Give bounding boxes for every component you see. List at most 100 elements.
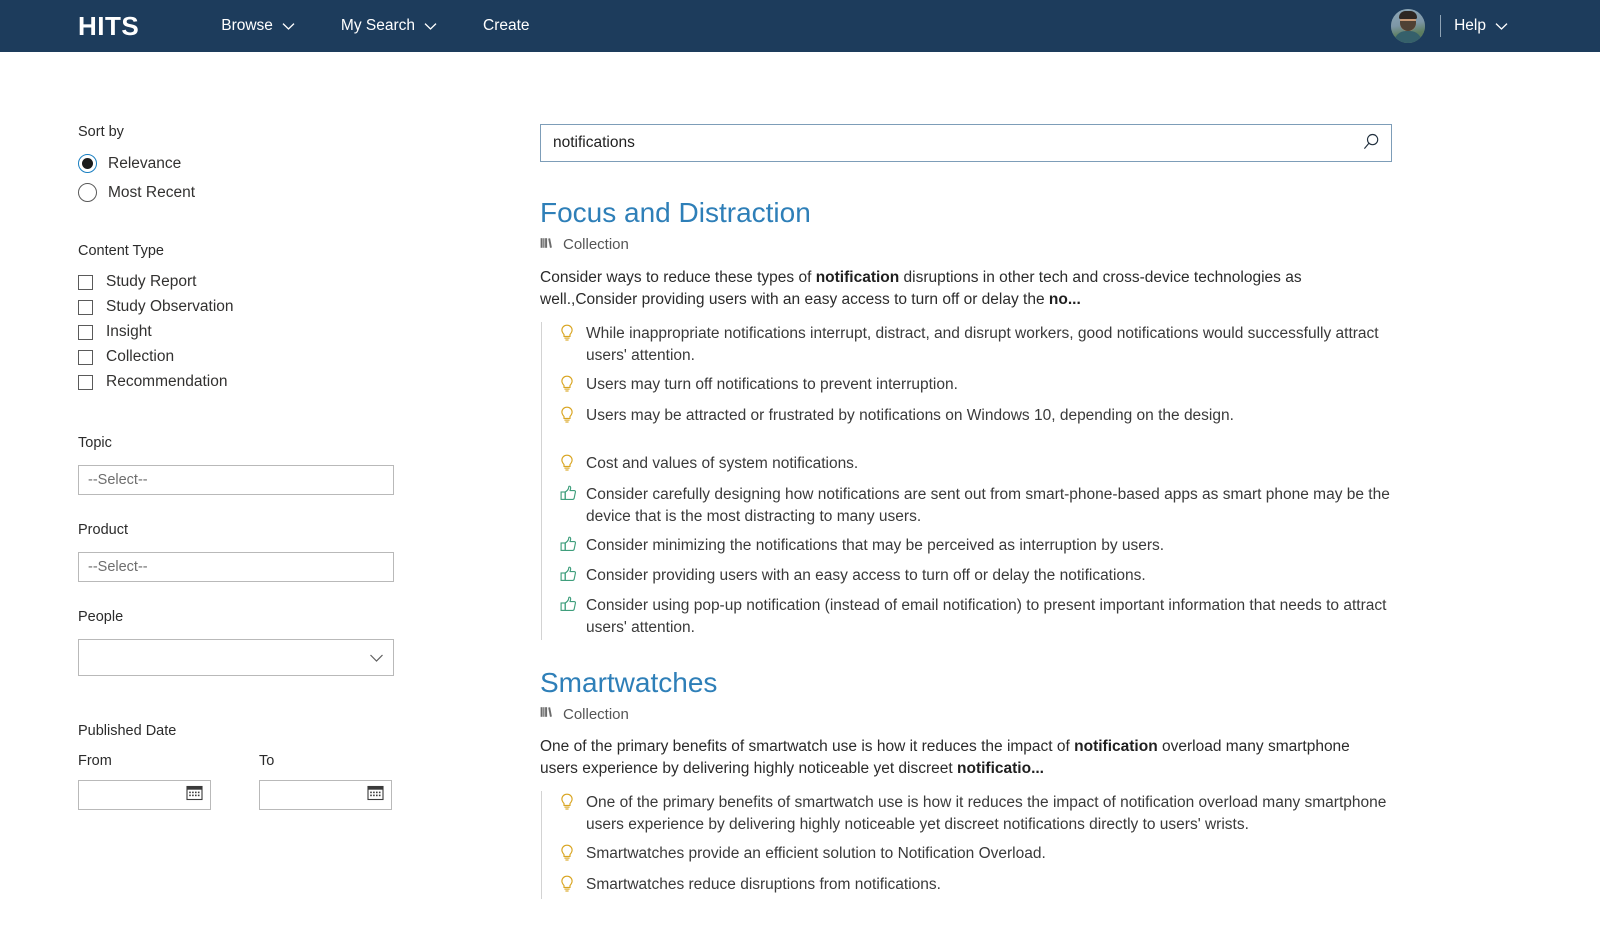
summary-text: Consider ways to reduce these types of <box>540 269 816 286</box>
nav-item-label: My Search <box>341 17 415 35</box>
top-navigation-bar: HITS Browse My Search Create Hel <box>0 0 1600 52</box>
thumbs-up-icon <box>560 536 580 558</box>
topic-select[interactable]: --Select-- <box>78 465 394 495</box>
result-type: Collection <box>540 705 1420 723</box>
content-type-group: Content Type Study Report Study Observat… <box>78 243 408 391</box>
summary-text: One of the primary benefits of smartwatc… <box>540 738 1074 755</box>
thumbs-up-icon <box>560 566 580 588</box>
checkbox-icon <box>78 325 93 340</box>
date-to-label: To <box>259 753 392 769</box>
date-from-label: From <box>78 753 211 769</box>
thumbs-up-icon <box>560 596 580 618</box>
result-snippet-insight[interactable]: Users may turn off notifications to prev… <box>542 373 1420 399</box>
product-group: Product --Select-- <box>78 522 408 582</box>
summary-highlight: notificatio... <box>957 760 1044 777</box>
help-menu[interactable]: Help <box>1454 17 1508 35</box>
result-type-label: Collection <box>563 236 629 253</box>
result-type: Collection <box>540 236 1420 254</box>
nav-item-label: Create <box>483 17 530 35</box>
result-snippet-recommendation[interactable]: Consider using pop-up notification (inst… <box>542 594 1420 640</box>
checkbox-label: Collection <box>106 348 174 366</box>
sort-by-group: Sort by Relevance Most Recent <box>78 124 408 202</box>
lightbulb-icon <box>560 406 580 429</box>
published-date-group: Published Date From <box>78 723 408 810</box>
collection-books-icon <box>540 236 555 254</box>
date-to-col: To <box>259 753 392 810</box>
app-logo[interactable]: HITS <box>78 13 139 39</box>
result-snippet-list: One of the primary benefits of smartwatc… <box>541 791 1420 899</box>
help-label: Help <box>1454 17 1486 35</box>
result-snippet-insight[interactable]: Smartwatches reduce disruptions from not… <box>542 873 1420 899</box>
calendar-icon[interactable] <box>186 784 203 806</box>
result-snippet-list: While inappropriate notifications interr… <box>541 322 1420 640</box>
result-snippet-insight[interactable]: Cost and values of system notifications. <box>542 452 1420 478</box>
topic-group: Topic --Select-- <box>78 435 408 495</box>
divider <box>1440 15 1441 37</box>
search-result: Smartwatches Collection One of the primary… <box>540 666 1420 900</box>
product-label: Product <box>78 522 408 538</box>
date-from-input[interactable] <box>78 780 211 810</box>
checkbox-study-observation[interactable]: Study Observation <box>78 298 408 316</box>
result-summary: Consider ways to reduce these types of n… <box>540 267 1380 311</box>
search-bar <box>540 124 1392 162</box>
nav-item-create[interactable]: Create <box>483 17 530 35</box>
search-icon <box>1361 132 1381 155</box>
snippet-text: Consider using pop-up notification (inst… <box>586 595 1416 639</box>
checkbox-icon <box>78 275 93 290</box>
sort-by-label: Sort by <box>78 124 408 140</box>
nav-item-my-search[interactable]: My Search <box>341 17 437 35</box>
result-snippet-recommendation[interactable]: Consider minimizing the notifications th… <box>542 534 1420 559</box>
lightbulb-icon <box>560 324 580 347</box>
people-select[interactable] <box>78 639 394 676</box>
chevron-down-icon <box>282 22 295 31</box>
calendar-icon[interactable] <box>367 784 384 806</box>
checkbox-insight[interactable]: Insight <box>78 323 408 341</box>
result-snippet-insight[interactable]: One of the primary benefits of smartwatc… <box>542 791 1420 837</box>
product-select-value: --Select-- <box>88 559 148 575</box>
lightbulb-icon <box>560 454 580 477</box>
checkbox-study-report[interactable]: Study Report <box>78 273 408 291</box>
search-button[interactable] <box>1351 125 1391 161</box>
result-snippet-insight[interactable]: Smartwatches provide an efficient soluti… <box>542 842 1420 868</box>
chevron-down-icon <box>369 653 384 663</box>
chevron-down-icon <box>424 22 437 31</box>
lightbulb-icon <box>560 375 580 398</box>
topic-label: Topic <box>78 435 408 451</box>
search-input[interactable] <box>541 125 1351 161</box>
radio-unselected-icon <box>78 183 97 202</box>
result-summary: One of the primary benefits of smartwatc… <box>540 736 1380 780</box>
result-snippet-recommendation[interactable]: Consider carefully designing how notific… <box>542 483 1420 529</box>
people-label: People <box>78 609 408 625</box>
result-title[interactable]: Focus and Distraction <box>540 196 811 230</box>
main-nav: Browse My Search Create <box>221 17 575 35</box>
summary-highlight: notification <box>1074 738 1158 755</box>
date-to-input[interactable] <box>259 780 392 810</box>
nav-item-browse[interactable]: Browse <box>221 17 295 35</box>
date-range-row: From <box>78 753 408 810</box>
collection-books-icon <box>540 705 555 723</box>
snippet-text: Smartwatches reduce disruptions from not… <box>586 874 941 896</box>
radio-selected-icon <box>78 154 97 173</box>
summary-highlight: notification <box>816 269 900 286</box>
product-select[interactable]: --Select-- <box>78 552 394 582</box>
radio-label: Relevance <box>108 155 181 173</box>
result-snippet-recommendation[interactable]: Consider providing users with an easy ac… <box>542 564 1420 589</box>
checkbox-label: Study Observation <box>106 298 234 316</box>
result-snippet-insight[interactable]: While inappropriate notifications interr… <box>542 322 1420 368</box>
radio-relevance[interactable]: Relevance <box>78 154 408 173</box>
date-from-col: From <box>78 753 211 810</box>
lightbulb-icon <box>560 875 580 898</box>
search-results-list: Focus and Distraction Collection Consider … <box>540 196 1420 925</box>
result-snippet-insight[interactable]: Users may be attracted or frustrated by … <box>542 404 1420 430</box>
chevron-down-icon <box>1495 22 1508 31</box>
filters-sidebar: Sort by Relevance Most Recent Content Ty… <box>78 124 408 810</box>
avatar[interactable] <box>1391 9 1425 43</box>
snippet-text: Users may turn off notifications to prev… <box>586 374 958 396</box>
radio-most-recent[interactable]: Most Recent <box>78 183 408 202</box>
snippet-text: Consider minimizing the notifications th… <box>586 535 1164 557</box>
checkbox-recommendation[interactable]: Recommendation <box>78 373 408 391</box>
checkbox-collection[interactable]: Collection <box>78 348 408 366</box>
result-title[interactable]: Smartwatches <box>540 666 717 700</box>
search-result: Focus and Distraction Collection Consider … <box>540 196 1420 640</box>
snippet-text: Cost and values of system notifications. <box>586 453 858 475</box>
